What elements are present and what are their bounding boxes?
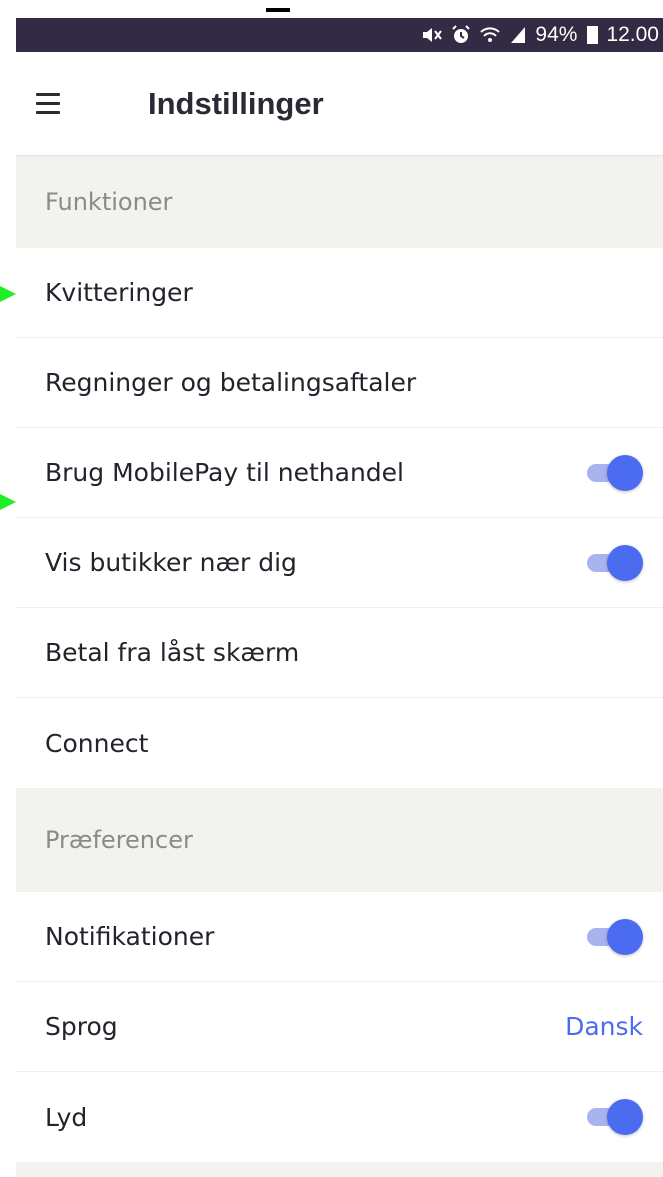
settings-item-kvitteringer[interactable]: Kvitteringer [16,248,663,338]
language-value: Dansk [565,1012,643,1041]
settings-screen: Indstillinger Funktioner Kvitteringer Re… [16,52,663,1177]
notifikationer-toggle[interactable] [585,918,643,955]
settings-item-connect[interactable]: Connect [16,698,663,788]
annotation-arrow-icon [0,494,16,510]
top-strip-mark [266,8,290,12]
hamburger-menu-icon[interactable] [36,93,98,114]
annotation-arrow-icon [0,286,16,302]
settings-item-label: Sprog [45,1012,118,1041]
settings-item-butikker[interactable]: Vis butikker nær dig [16,518,663,608]
status-bar: 94% 12.00 [16,18,663,52]
settings-item-label: Brug MobilePay til nethandel [45,458,404,487]
battery-icon [587,26,599,44]
settings-item-lyd[interactable]: Lyd [16,1072,663,1162]
section-header-praeferencer: Præferencer [16,788,663,892]
settings-item-label: Vis butikker nær dig [45,548,297,577]
nethandel-toggle[interactable] [585,454,643,491]
settings-item-label: Kvitteringer [45,278,193,307]
butikker-toggle[interactable] [585,544,643,581]
status-time: 12.00 [606,23,659,46]
settings-item-label: Lyd [45,1102,88,1132]
settings-item-label: Regninger og betalingsaftaler [45,368,417,397]
signal-icon [509,25,527,45]
settings-item-label: Betal fra låst skærm [45,638,300,667]
settings-item-nethandel[interactable]: Brug MobilePay til nethandel [16,428,663,518]
alarm-icon [451,25,471,45]
lyd-toggle[interactable] [585,1099,643,1135]
settings-item-notifikationer[interactable]: Notifikationer [16,892,663,982]
wifi-icon [479,25,501,45]
settings-item-sprog[interactable]: Sprog Dansk [16,982,663,1072]
settings-item-label: Connect [45,728,149,758]
settings-item-label: Notifikationer [45,922,215,951]
bottom-band [16,1162,663,1177]
settings-item-laast-skaerm[interactable]: Betal fra låst skærm [16,608,663,698]
top-strip [0,0,663,18]
settings-item-regninger[interactable]: Regninger og betalingsaftaler [16,338,663,428]
battery-percent: 94% [535,23,578,46]
mute-icon [421,25,443,45]
page-title: Indstillinger [148,85,324,121]
section-header-funktioner: Funktioner [16,156,663,248]
app-toolbar: Indstillinger [16,52,663,156]
